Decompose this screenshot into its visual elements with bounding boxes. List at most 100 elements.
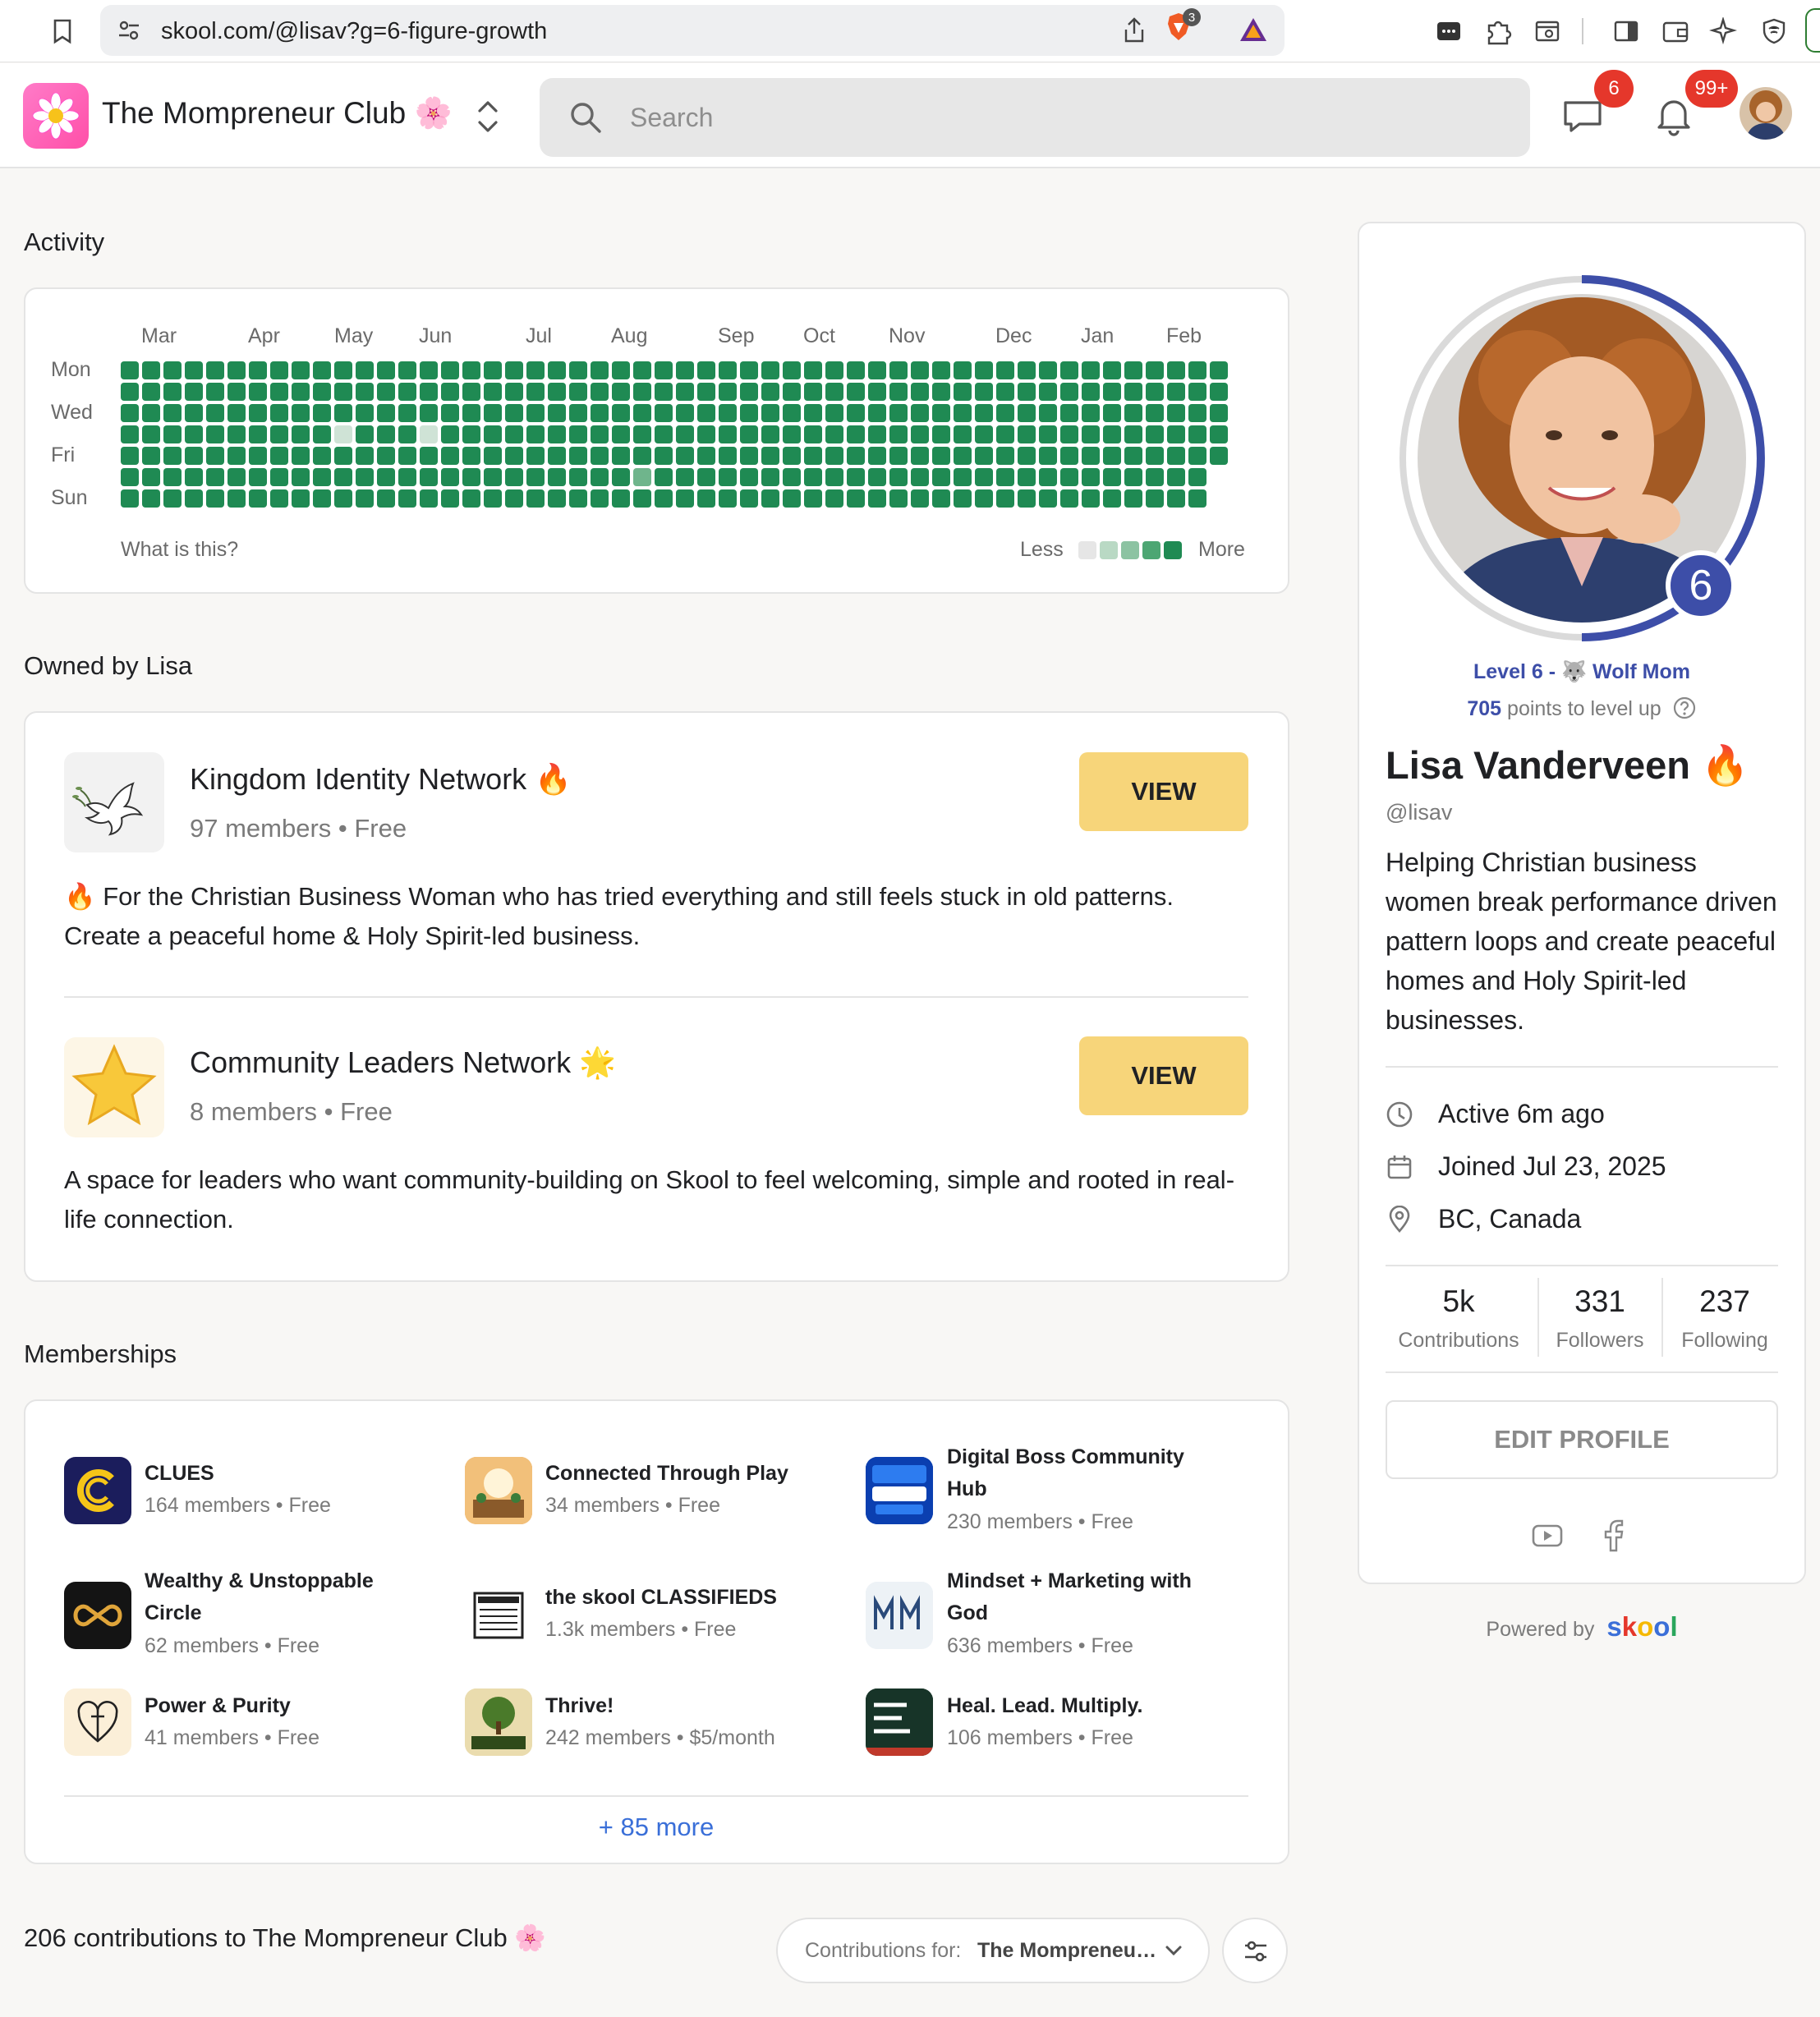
activity-day-cell[interactable]	[633, 361, 651, 379]
activity-day-cell[interactable]	[911, 383, 929, 401]
activity-day-cell[interactable]	[591, 361, 609, 379]
activity-day-cell[interactable]	[569, 425, 587, 443]
activity-day-cell[interactable]	[740, 361, 758, 379]
activity-day-cell[interactable]	[185, 404, 203, 422]
activity-day-cell[interactable]	[975, 447, 993, 465]
activity-day-cell[interactable]	[1103, 468, 1121, 486]
activity-day-cell[interactable]	[1146, 489, 1164, 508]
brave-shield-icon[interactable]: 3	[1165, 8, 1201, 48]
activity-day-cell[interactable]	[462, 425, 480, 443]
activity-day-cell[interactable]	[1167, 447, 1185, 465]
activity-day-cell[interactable]	[356, 404, 374, 422]
activity-day-cell[interactable]	[1060, 468, 1078, 486]
activity-day-cell[interactable]	[377, 425, 395, 443]
activity-day-cell[interactable]	[719, 361, 737, 379]
activity-day-cell[interactable]	[1167, 404, 1185, 422]
activity-day-cell[interactable]	[847, 404, 865, 422]
membership-name[interactable]: Power & Purity	[145, 1690, 391, 1722]
activity-day-cell[interactable]	[1060, 383, 1078, 401]
activity-day-cell[interactable]	[569, 361, 587, 379]
activity-day-cell[interactable]	[1060, 425, 1078, 443]
activity-day-cell[interactable]	[526, 468, 545, 486]
activity-day-cell[interactable]	[1124, 425, 1142, 443]
activity-day-cell[interactable]	[313, 383, 331, 401]
activity-day-cell[interactable]	[526, 404, 545, 422]
activity-day-cell[interactable]	[1082, 425, 1100, 443]
activity-day-cell[interactable]	[249, 447, 267, 465]
activity-day-cell[interactable]	[505, 404, 523, 422]
activity-day-cell[interactable]	[292, 425, 310, 443]
password-manager-icon[interactable]	[1432, 15, 1465, 48]
youtube-icon[interactable]	[1531, 1521, 1564, 1551]
activity-day-cell[interactable]	[484, 447, 502, 465]
activity-day-cell[interactable]	[292, 447, 310, 465]
activity-day-cell[interactable]	[719, 468, 737, 486]
activity-day-cell[interactable]	[548, 404, 566, 422]
activity-day-cell[interactable]	[655, 447, 673, 465]
activity-day-cell[interactable]	[1188, 447, 1206, 465]
facebook-icon[interactable]	[1602, 1519, 1626, 1552]
activity-day-cell[interactable]	[804, 468, 822, 486]
activity-day-cell[interactable]	[868, 468, 886, 486]
activity-day-cell[interactable]	[1039, 447, 1057, 465]
activity-day-cell[interactable]	[163, 425, 182, 443]
activity-day-cell[interactable]	[270, 383, 288, 401]
activity-day-cell[interactable]	[804, 447, 822, 465]
activity-day-cell[interactable]	[270, 425, 288, 443]
activity-day-cell[interactable]	[484, 468, 502, 486]
activity-day-cell[interactable]	[697, 361, 715, 379]
activity-day-cell[interactable]	[911, 361, 929, 379]
activity-day-cell[interactable]	[697, 447, 715, 465]
activity-day-cell[interactable]	[740, 404, 758, 422]
followers-count[interactable]: 331	[1544, 1284, 1656, 1319]
activity-day-cell[interactable]	[911, 447, 929, 465]
activity-day-cell[interactable]	[163, 447, 182, 465]
share-icon[interactable]	[1122, 16, 1147, 48]
activity-day-cell[interactable]	[420, 383, 438, 401]
activity-day-cell[interactable]	[1103, 404, 1121, 422]
activity-day-cell[interactable]	[441, 447, 459, 465]
activity-day-cell[interactable]	[462, 404, 480, 422]
activity-day-cell[interactable]	[1210, 404, 1228, 422]
membership-icon[interactable]	[465, 1582, 532, 1649]
activity-day-cell[interactable]	[612, 447, 630, 465]
activity-day-cell[interactable]	[1060, 404, 1078, 422]
group-name[interactable]: Community Leaders Network 🌟	[190, 1045, 616, 1080]
chat-button[interactable]: 6	[1558, 70, 1634, 140]
activity-day-cell[interactable]	[655, 489, 673, 508]
help-icon[interactable]	[1672, 696, 1697, 720]
activity-day-cell[interactable]	[206, 489, 224, 508]
activity-day-cell[interactable]	[591, 383, 609, 401]
activity-day-cell[interactable]	[633, 468, 651, 486]
activity-day-cell[interactable]	[377, 404, 395, 422]
activity-day-cell[interactable]	[249, 425, 267, 443]
activity-day-cell[interactable]	[441, 383, 459, 401]
activity-day-cell[interactable]	[398, 404, 416, 422]
activity-day-cell[interactable]	[548, 468, 566, 486]
activity-day-cell[interactable]	[163, 404, 182, 422]
activity-day-cell[interactable]	[569, 447, 587, 465]
contributions-filter-select[interactable]: Contributions for: The Mompreneu…	[776, 1918, 1210, 1983]
activity-day-cell[interactable]	[356, 383, 374, 401]
activity-day-cell[interactable]	[526, 361, 545, 379]
activity-day-cell[interactable]	[868, 404, 886, 422]
view-group-button[interactable]: VIEW	[1079, 1036, 1248, 1115]
activity-day-cell[interactable]	[1018, 468, 1036, 486]
activity-day-cell[interactable]	[1039, 383, 1057, 401]
activity-day-cell[interactable]	[1167, 489, 1185, 508]
activity-day-cell[interactable]	[1018, 447, 1036, 465]
activity-day-cell[interactable]	[1124, 489, 1142, 508]
membership-name[interactable]: Digital Boss Community Hub	[947, 1441, 1210, 1505]
sidebar-icon[interactable]	[1610, 15, 1643, 48]
activity-day-cell[interactable]	[334, 468, 352, 486]
activity-day-cell[interactable]	[676, 468, 694, 486]
membership-name[interactable]: the skool CLASSIFIEDS	[545, 1582, 841, 1614]
activity-day-cell[interactable]	[911, 468, 929, 486]
membership-icon[interactable]	[465, 1457, 532, 1524]
activity-day-cell[interactable]	[1082, 404, 1100, 422]
activity-day-cell[interactable]	[996, 383, 1014, 401]
activity-day-cell[interactable]	[889, 404, 908, 422]
activity-day-cell[interactable]	[954, 425, 972, 443]
activity-day-cell[interactable]	[228, 425, 246, 443]
activity-day-cell[interactable]	[633, 447, 651, 465]
